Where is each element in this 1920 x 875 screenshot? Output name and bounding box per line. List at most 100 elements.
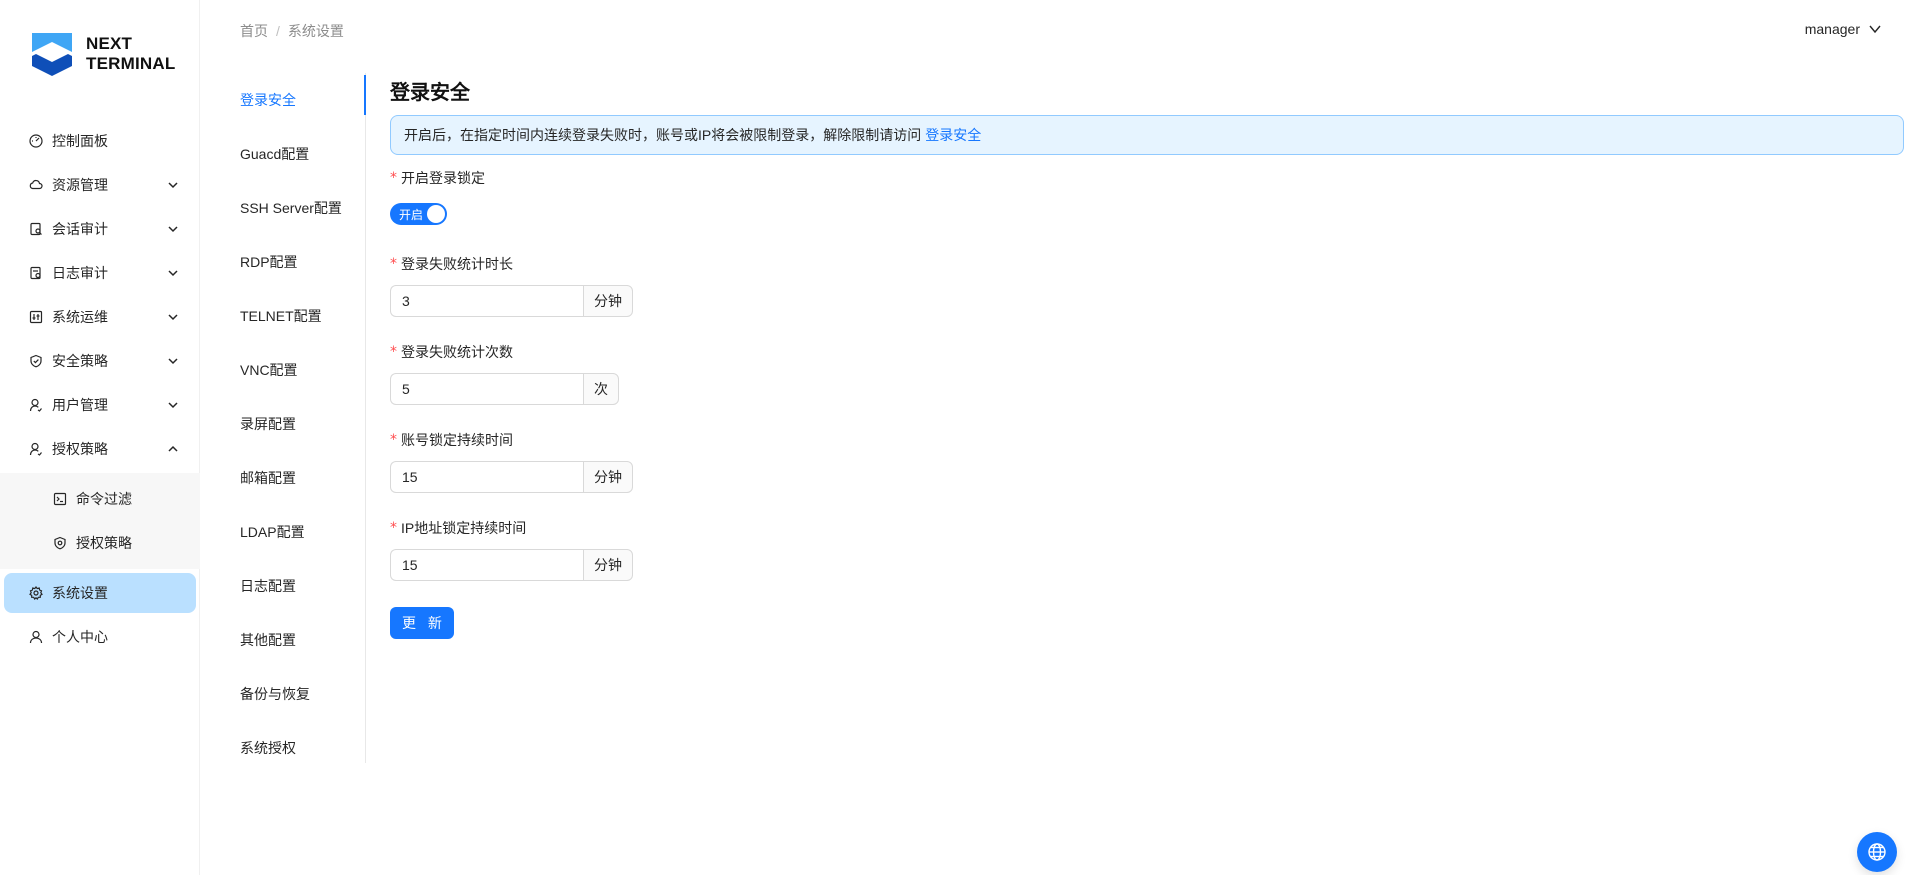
unit-addon: 分钟 xyxy=(583,285,633,317)
chevron-down-icon xyxy=(168,314,178,321)
sidebar-item-label: 用户管理 xyxy=(52,397,108,413)
tab-log[interactable]: 日志配置 xyxy=(224,559,365,613)
form-item-lock-switch: * 开启登录锁定 开启 xyxy=(390,167,1905,225)
sidebar-item-log-audit[interactable]: 日志审计 xyxy=(4,253,196,293)
required-mark: * xyxy=(390,256,397,272)
chevron-up-icon xyxy=(168,445,178,452)
unit-addon: 次 xyxy=(583,373,619,405)
chevron-down-icon xyxy=(168,358,178,365)
ops-icon xyxy=(28,309,44,325)
shield-icon xyxy=(52,535,68,551)
info-alert: 开启后，在指定时间内连续登录失败时，账号或IP将会被限制登录，解除限制请访问 登… xyxy=(390,115,1904,155)
user-icon xyxy=(28,397,44,413)
label-text: 登录失败统计时长 xyxy=(401,256,513,272)
form-item-fail-duration: * 登录失败统计时长 分钟 xyxy=(390,253,1905,317)
required-mark: * xyxy=(390,344,397,360)
sidebar: NEXT TERMINAL 控制面板 资源管理 会话审计 日志审计 系统运维 安… xyxy=(0,0,200,875)
label-text: 登录失败统计次数 xyxy=(401,344,513,360)
tab-recording[interactable]: 录屏配置 xyxy=(224,397,365,451)
sidebar-item-label: 命令过滤 xyxy=(76,491,132,507)
update-button[interactable]: 更 新 xyxy=(390,607,454,639)
sidebar-item-dashboard[interactable]: 控制面板 xyxy=(4,121,196,161)
sidebar-item-label: 个人中心 xyxy=(52,629,108,645)
sidebar-item-label: 系统设置 xyxy=(52,585,108,601)
settings-content: 登录安全 开启后，在指定时间内连续登录失败时，账号或IP将会被限制登录，解除限制… xyxy=(390,76,1905,639)
label-text: 账号锁定持续时间 xyxy=(401,432,513,448)
sidebar-item-system-settings[interactable]: 系统设置 xyxy=(4,573,196,613)
form-item-account-lock: * 账号锁定持续时间 分钟 xyxy=(390,429,1905,493)
fail-duration-input[interactable] xyxy=(390,285,583,317)
input-group: 分钟 xyxy=(390,285,1905,317)
logo[interactable]: NEXT TERMINAL xyxy=(32,30,175,78)
cloud-icon xyxy=(28,177,44,193)
switch-text: 开启 xyxy=(399,208,424,222)
form-label: * 登录失败统计次数 xyxy=(390,341,1905,363)
chevron-down-icon xyxy=(168,182,178,189)
breadcrumb-current: 系统设置 xyxy=(287,23,344,39)
sidebar-item-resources[interactable]: 资源管理 xyxy=(4,165,196,205)
sidebar-item-command-filter[interactable]: 命令过滤 xyxy=(4,477,196,521)
brand-line1: NEXT xyxy=(86,34,133,53)
terminal-icon xyxy=(52,491,68,507)
tab-ldap[interactable]: LDAP配置 xyxy=(224,505,365,559)
required-mark: * xyxy=(390,170,397,186)
input-group: 次 xyxy=(390,373,1905,405)
sidebar-item-label: 授权策略 xyxy=(52,441,108,457)
authorization-submenu: 命令过滤 授权策略 xyxy=(0,473,200,569)
sidebar-item-label: 授权策略 xyxy=(76,535,132,551)
label-text: 开启登录锁定 xyxy=(401,170,485,186)
settings-tabs: 登录安全 Guacd配置 SSH Server配置 RDP配置 TELNET配置… xyxy=(224,73,366,763)
chevron-down-icon xyxy=(168,402,178,409)
chevron-down-icon xyxy=(168,270,178,277)
form-label: * 开启登录锁定 xyxy=(390,167,1905,189)
tab-telnet[interactable]: TELNET配置 xyxy=(224,289,365,343)
required-mark: * xyxy=(390,432,397,448)
sidebar-item-authorization[interactable]: 授权策略 xyxy=(4,429,196,469)
alert-link[interactable]: 登录安全 xyxy=(925,125,981,145)
account-lock-input[interactable] xyxy=(390,461,583,493)
tab-guacd[interactable]: Guacd配置 xyxy=(224,127,365,181)
login-lock-toggle[interactable]: 开启 xyxy=(390,203,447,225)
form-label: * 登录失败统计时长 xyxy=(390,253,1905,275)
form-label: * IP地址锁定持续时间 xyxy=(390,517,1905,539)
tab-ssh-server[interactable]: SSH Server配置 xyxy=(224,181,365,235)
unit-addon: 分钟 xyxy=(583,461,633,493)
alert-text: 开启后，在指定时间内连续登录失败时，账号或IP将会被限制登录，解除限制请访问 xyxy=(404,127,922,143)
required-mark: * xyxy=(390,520,397,536)
tab-backup-restore[interactable]: 备份与恢复 xyxy=(224,667,365,721)
language-float-button[interactable] xyxy=(1857,832,1897,872)
sidebar-item-label: 控制面板 xyxy=(52,133,108,149)
globe-icon xyxy=(1868,843,1886,861)
tab-vnc[interactable]: VNC配置 xyxy=(224,343,365,397)
sidebar-item-label: 会话审计 xyxy=(52,221,108,237)
side-menu: 控制面板 资源管理 会话审计 日志审计 系统运维 安全策略 用户管理 授权策略 … xyxy=(0,117,200,661)
unit-addon: 分钟 xyxy=(583,549,633,581)
label-text: IP地址锁定持续时间 xyxy=(401,520,527,536)
sidebar-item-ops[interactable]: 系统运维 xyxy=(4,297,196,337)
ip-lock-input[interactable] xyxy=(390,549,583,581)
chevron-down-icon xyxy=(1869,25,1881,34)
chevron-down-icon xyxy=(168,226,178,233)
sidebar-item-security-policy[interactable]: 安全策略 xyxy=(4,341,196,381)
fail-count-input[interactable] xyxy=(390,373,583,405)
tab-license[interactable]: 系统授权 xyxy=(224,721,365,775)
dashboard-icon xyxy=(28,133,44,149)
brand-name: NEXT TERMINAL xyxy=(86,34,175,74)
breadcrumb-home[interactable]: 首页 xyxy=(240,21,268,41)
tab-other[interactable]: 其他配置 xyxy=(224,613,365,667)
shield-icon xyxy=(28,353,44,369)
sidebar-item-auth-policy[interactable]: 授权策略 xyxy=(4,521,196,565)
input-group: 分钟 xyxy=(390,549,1905,581)
brand-line2: TERMINAL xyxy=(86,54,176,73)
sidebar-item-session-audit[interactable]: 会话审计 xyxy=(4,209,196,249)
tab-rdp[interactable]: RDP配置 xyxy=(224,235,365,289)
tab-login-security[interactable]: 登录安全 xyxy=(224,73,366,127)
user-menu[interactable]: manager xyxy=(1805,21,1882,37)
sidebar-item-personal-center[interactable]: 个人中心 xyxy=(4,617,196,657)
form-label: * 账号锁定持续时间 xyxy=(390,429,1905,451)
breadcrumb: 首页 / 系统设置 xyxy=(240,21,344,41)
tab-mail[interactable]: 邮箱配置 xyxy=(224,451,365,505)
gear-icon xyxy=(28,585,44,601)
user-icon xyxy=(28,629,44,645)
sidebar-item-user-management[interactable]: 用户管理 xyxy=(4,385,196,425)
